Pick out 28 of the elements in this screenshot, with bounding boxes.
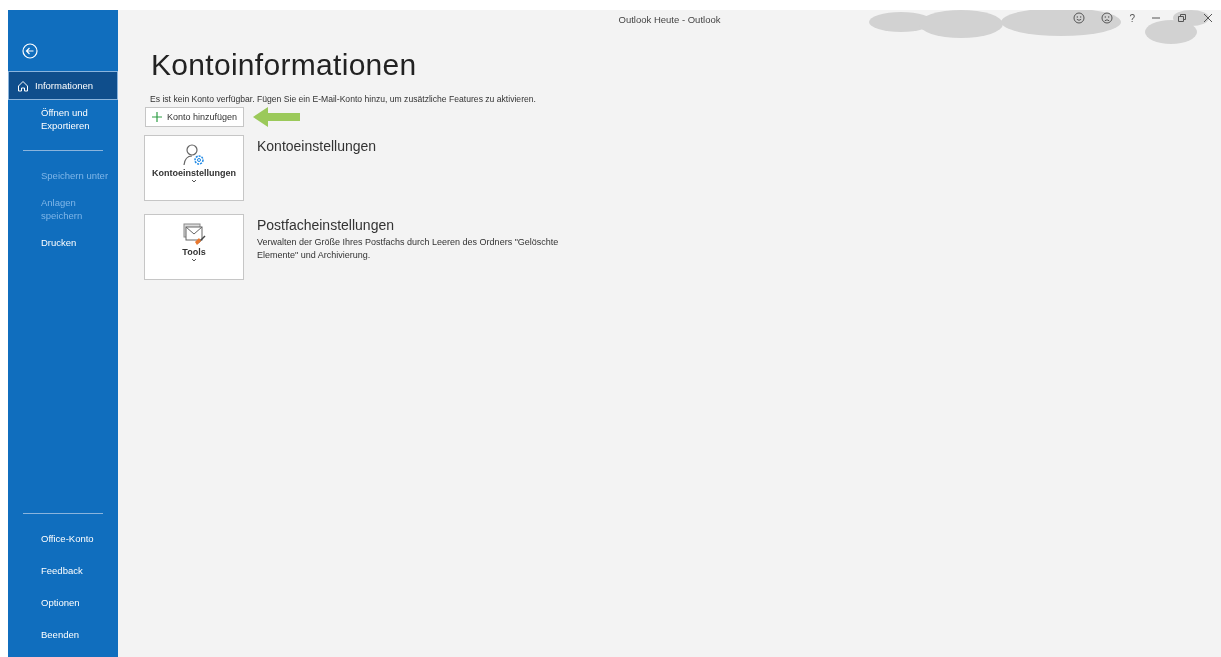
- settings-tile[interactable]: Kontoeinstellungen: [144, 135, 244, 201]
- frown-icon[interactable]: [1101, 12, 1114, 24]
- add-account-button[interactable]: Konto hinzufügen: [145, 107, 245, 127]
- sidebar-item[interactable]: Informationen: [8, 71, 118, 100]
- chevron-down-icon: [190, 257, 198, 263]
- close-icon[interactable]: [1203, 13, 1213, 23]
- page-title: Kontoinformationen: [151, 48, 418, 82]
- section-description: Verwalten der Größe Ihres Postfachs durch Leeren des Ordners "Gelöschte Elemente" und Archivierung.: [257, 236, 560, 262]
- sidebar-item[interactable]: Öffnen und Exportieren: [8, 103, 118, 135]
- user-gear-icon: [181, 142, 207, 168]
- mail-broom-icon: [181, 221, 207, 247]
- home-icon: [17, 79, 29, 92]
- arrow-left-icon: [253, 107, 301, 127]
- info-message: Es ist kein Konto verfügbar. Fügen Sie ein E-Mail-Konto hinzu, um zusätzliche Features zu aktivieren.: [150, 94, 537, 104]
- section-heading: Postfacheinstellungen: [257, 217, 395, 233]
- sidebar-item[interactable]: Beenden: [8, 620, 118, 649]
- restore-icon[interactable]: [1177, 13, 1187, 23]
- plus-icon: [152, 112, 162, 122]
- settings-tile[interactable]: Tools: [144, 214, 244, 280]
- sidebar-item[interactable]: Office-Konto: [8, 524, 118, 553]
- section-heading: Kontoeinstellungen: [257, 138, 377, 154]
- chevron-down-icon: [190, 178, 198, 184]
- help-button[interactable]: ?: [1129, 12, 1135, 24]
- sidebar-item[interactable]: Feedback: [8, 556, 118, 585]
- window-title: Outlook Heute - Outlook: [618, 14, 721, 25]
- sidebar-item[interactable]: Drucken: [8, 228, 118, 257]
- smiley-icon[interactable]: [1073, 12, 1086, 24]
- sidebar-item[interactable]: Optionen: [8, 588, 118, 617]
